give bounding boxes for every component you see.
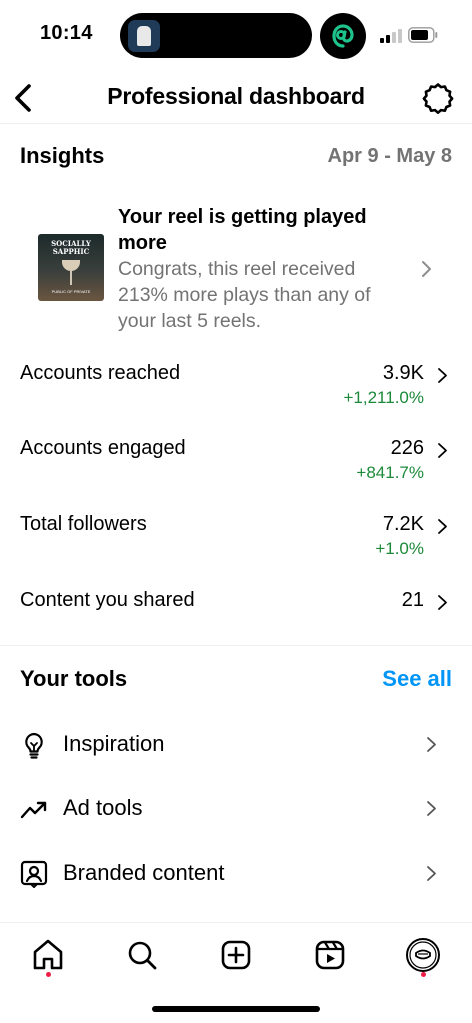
reel-card-title: Your reel is getting played more <box>118 206 367 254</box>
metric-value: 3.9K <box>382 362 424 384</box>
now-playing-thumbnail <box>128 20 160 52</box>
battery-icon <box>408 27 438 43</box>
profile-avatar <box>406 938 440 972</box>
status-time: 10:14 <box>40 22 93 44</box>
dynamic-island[interactable] <box>120 13 312 58</box>
home-notification-dot <box>46 972 51 977</box>
tools-title: Your tools <box>20 666 128 691</box>
signal-icon <box>380 29 402 43</box>
metric-label: Accounts reached <box>20 362 181 384</box>
metric-change: +841.7% <box>356 463 424 482</box>
tab-search[interactable] <box>122 935 162 975</box>
insights-header: Insights Apr 9 - May 8 <box>20 143 452 173</box>
tool-row-branded-content[interactable]: Branded content <box>20 856 452 896</box>
gear-icon[interactable] <box>422 82 454 114</box>
cocktail-stem-image <box>70 271 72 285</box>
section-divider <box>0 645 472 646</box>
profile-notification-dot <box>421 972 426 977</box>
chevron-right-icon <box>438 519 447 534</box>
chevron-right-icon <box>422 261 431 277</box>
tool-label: Inspiration <box>63 731 165 756</box>
reel-insight-card[interactable]: SOCIALLY SAPPHIC PUBLIC OF PRIVATE Your … <box>20 200 452 335</box>
tab-reels[interactable] <box>310 935 350 975</box>
metric-label: Accounts engaged <box>20 437 186 459</box>
search-icon <box>128 941 157 970</box>
tab-home[interactable] <box>28 935 68 975</box>
metric-row-total-followers[interactable]: Total followers 7.2K +1.0% <box>20 513 452 569</box>
tool-row-inspiration[interactable]: Inspiration <box>20 727 452 767</box>
trending-up-icon <box>20 801 47 819</box>
see-all-link[interactable]: See all <box>382 666 452 692</box>
chevron-right-icon <box>438 595 447 610</box>
create-icon <box>221 940 251 970</box>
metric-label: Total followers <box>20 513 147 535</box>
metric-change: +1.0% <box>375 539 424 558</box>
metric-label: Content you shared <box>20 589 195 611</box>
metric-row-content-shared[interactable]: Content you shared 21 <box>20 589 452 645</box>
reels-icon <box>315 940 345 970</box>
metric-row-accounts-reached[interactable]: Accounts reached 3.9K +1,211.0% <box>20 362 452 418</box>
date-range[interactable]: Apr 9 - May 8 <box>328 145 452 168</box>
tool-label: Branded content <box>63 860 225 885</box>
metric-row-accounts-engaged[interactable]: Accounts engaged 226 +841.7% <box>20 437 452 493</box>
threads-icon[interactable] <box>320 13 366 59</box>
status-bar: 10:14 <box>0 0 472 70</box>
tab-create[interactable] <box>216 935 256 975</box>
metric-change: +1,211.0% <box>343 388 424 407</box>
page-title: Professional dashboard <box>107 83 365 109</box>
home-icon <box>33 939 63 970</box>
insights-title: Insights <box>20 143 105 168</box>
lightbulb-icon <box>25 732 43 759</box>
reel-thumbnail-logo: SOCIALLY SAPPHIC <box>51 239 91 256</box>
cocktail-glass-image <box>62 260 80 271</box>
chevron-right-icon <box>438 368 447 383</box>
header: Professional dashboard <box>0 70 472 124</box>
metric-value: 226 <box>390 437 424 459</box>
home-indicator[interactable] <box>152 1006 320 1012</box>
branded-content-icon <box>20 860 48 888</box>
tool-label: Ad tools <box>63 795 143 820</box>
tool-row-ad-tools[interactable]: Ad tools <box>20 791 452 831</box>
reel-thumbnail: SOCIALLY SAPPHIC PUBLIC OF PRIVATE <box>38 234 104 301</box>
metric-value: 7.2K <box>382 513 424 535</box>
metric-value: 21 <box>401 589 424 611</box>
reel-thumbnail-caption: PUBLIC OF PRIVATE <box>51 289 91 294</box>
chevron-right-icon <box>438 443 447 458</box>
tab-profile[interactable] <box>403 935 443 975</box>
chevron-right-icon <box>427 737 436 752</box>
chevron-right-icon <box>427 866 436 881</box>
reel-card-description: Congrats, this reel received 213% more p… <box>118 258 371 332</box>
chevron-right-icon <box>427 801 436 816</box>
